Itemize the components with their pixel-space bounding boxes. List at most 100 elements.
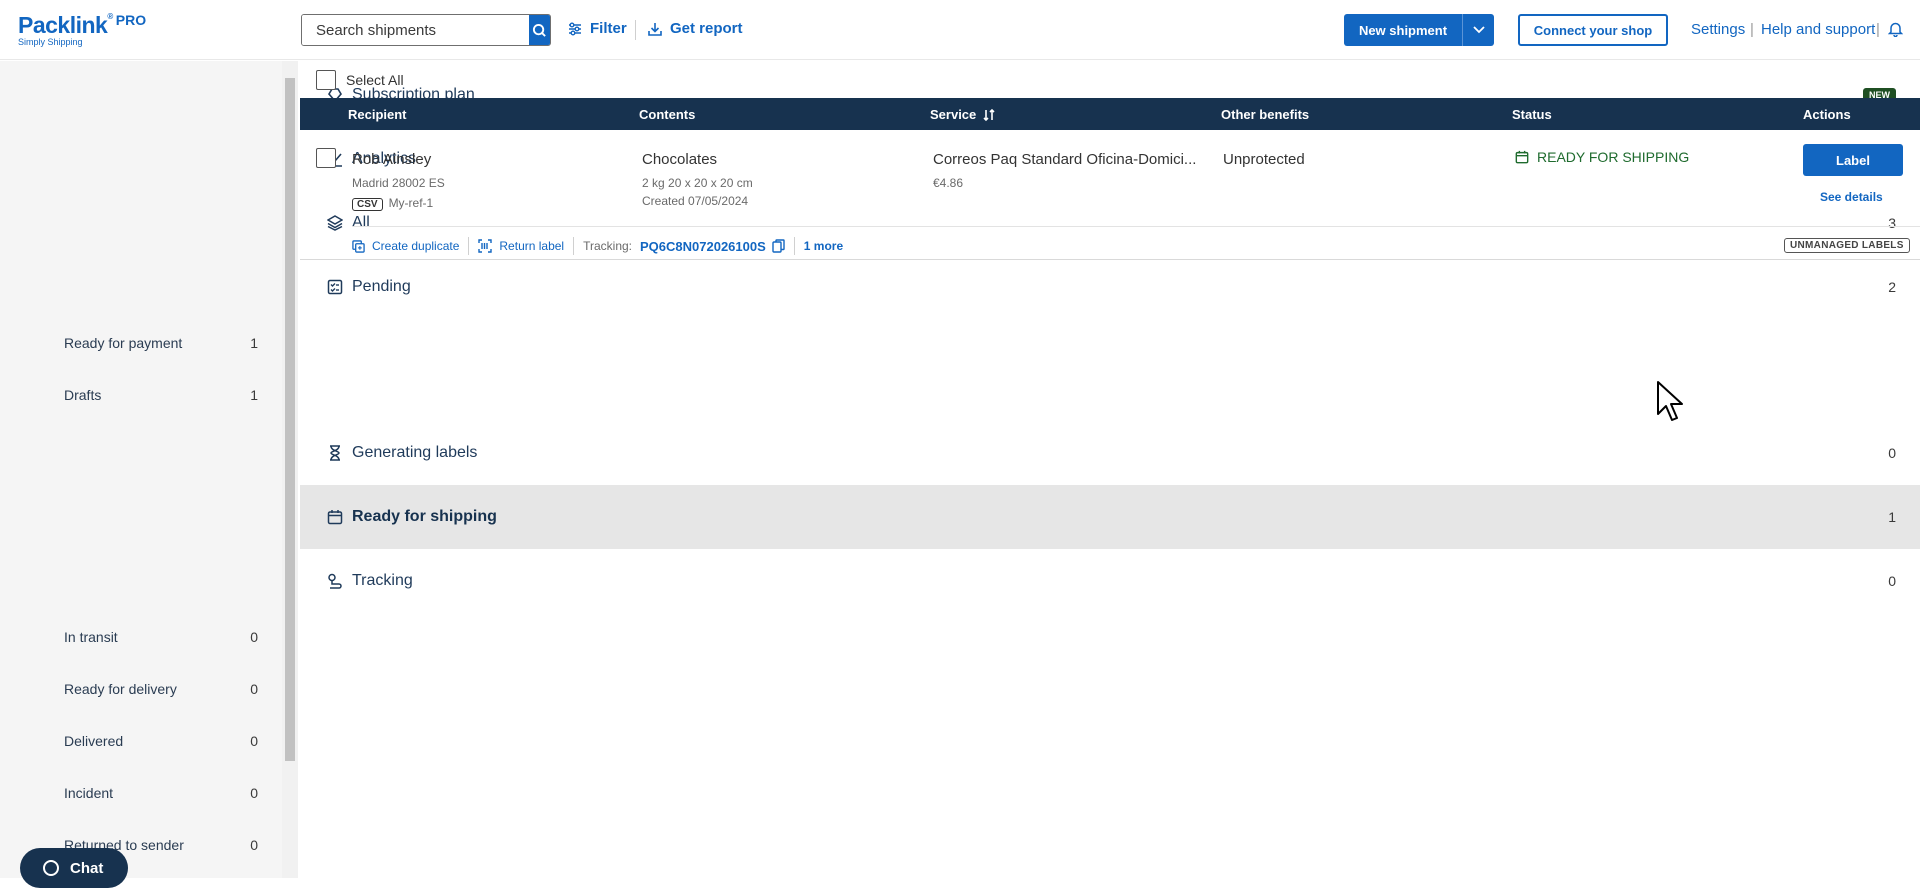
see-details-link[interactable]: See details — [1820, 190, 1883, 204]
return-label-text: Return label — [499, 239, 565, 253]
settings-link[interactable]: Settings — [1691, 21, 1745, 38]
recipient-address: Madrid 28002 ES — [352, 176, 445, 190]
sidebar-item-count: 0 — [250, 733, 258, 749]
get-report-button[interactable]: Get report — [648, 20, 743, 37]
sidebar-item-delivered[interactable]: Delivered 0 — [0, 715, 282, 767]
tracking-icon — [326, 572, 344, 590]
sidebar-item-tracking[interactable]: Tracking 0 — [300, 549, 1920, 613]
sidebar-item-label: Ready for delivery — [64, 681, 177, 697]
sidebar-scroll-thumb[interactable] — [285, 78, 295, 761]
chevron-down-icon — [1472, 26, 1485, 34]
sidebar-item-label: Generating labels — [352, 444, 478, 461]
sidebar-item-count: 0 — [250, 837, 258, 853]
contents-cell: Chocolates 2 kg 20 x 20 x 20 cm Created … — [642, 151, 753, 208]
recipient-cell: Rob Ainsley Madrid 28002 ES CSV My-ref-1 — [352, 151, 445, 211]
sidebar-item-label: Pending — [352, 278, 411, 295]
benefits-cell: Unprotected — [1223, 151, 1305, 168]
chat-button[interactable]: Chat — [20, 848, 128, 888]
status-text: READY FOR SHIPPING — [1537, 149, 1690, 165]
footer-divider — [573, 237, 575, 255]
checklist-icon — [326, 278, 344, 296]
created-date: Created 07/05/2024 — [642, 194, 749, 208]
select-all[interactable]: Select All — [316, 70, 404, 90]
chat-bubble-icon — [43, 860, 59, 876]
create-duplicate-link[interactable]: Create duplicate — [352, 239, 459, 253]
filter-label: Filter — [590, 20, 627, 37]
column-header-recipient: Recipient — [348, 107, 407, 122]
sidebar: Subscription plan NEW Analytics All 3 Pe… — [0, 61, 1920, 878]
sidebar-item-drafts[interactable]: Drafts 1 — [0, 369, 282, 421]
sidebar-item-label: Delivered — [64, 733, 124, 749]
column-header-other-benefits: Other benefits — [1221, 107, 1310, 122]
hourglass-icon — [326, 444, 344, 462]
sidebar-item-ready-for-shipping[interactable]: Ready for shipping 1 — [300, 485, 1920, 549]
column-header-label: Service — [930, 107, 977, 122]
select-all-checkbox[interactable] — [316, 70, 336, 90]
sidebar-item-count: 0 — [250, 785, 258, 801]
tracking-code[interactable]: PQ6C8N072026100S — [640, 239, 785, 254]
unmanaged-labels-badge: UNMANAGED LABELS — [1784, 238, 1910, 253]
sidebar-item-label: In transit — [64, 629, 118, 645]
sidebar-item-generating-labels[interactable]: Generating labels 0 — [300, 421, 1920, 485]
sidebar-item-count: 0 — [1888, 573, 1896, 589]
sidebar-item-count: 1 — [1888, 509, 1896, 525]
label-button-text: Label — [1836, 152, 1870, 168]
help-support-link[interactable]: Help and support — [1761, 21, 1875, 38]
column-header-contents: Contents — [639, 107, 696, 122]
select-all-label: Select All — [346, 72, 404, 88]
sidebar-item-count: 0 — [1888, 445, 1896, 461]
recipient-name: Rob Ainsley — [352, 151, 432, 168]
table-row: Rob Ainsley Madrid 28002 ES CSV My-ref-1 … — [300, 130, 1920, 230]
table-bottom-border — [300, 259, 1920, 260]
sidebar-item-ready-for-delivery[interactable]: Ready for delivery 0 — [0, 663, 282, 715]
get-report-label: Get report — [670, 20, 743, 37]
filter-button[interactable]: Filter — [568, 20, 627, 37]
header-divider: | — [1876, 21, 1880, 38]
logo[interactable]: Packlink® PRO Simply Shipping — [18, 12, 146, 47]
benefits-value: Unprotected — [1223, 151, 1305, 168]
row-checkbox[interactable] — [316, 148, 336, 168]
footer-divider — [793, 237, 795, 255]
sidebar-item-label: Incident — [64, 785, 114, 801]
barcode-scan-icon — [478, 239, 493, 253]
return-label-link[interactable]: Return label — [478, 239, 564, 253]
toolbar-divider — [635, 20, 636, 40]
sidebar-item-incident[interactable]: Incident 0 — [0, 767, 282, 819]
sidebar-item-count: 1 — [250, 335, 258, 351]
header-divider: | — [1750, 21, 1754, 38]
sidebar-item-ready-for-payment[interactable]: Ready for payment 1 — [0, 317, 282, 369]
copy-icon[interactable] — [772, 239, 785, 253]
duplicate-icon — [352, 239, 365, 253]
column-header-status: Status — [1512, 107, 1552, 122]
package-icon — [1515, 150, 1529, 164]
row-divider — [352, 226, 1920, 227]
sidebar-item-label: Ready for shipping — [352, 508, 497, 525]
table-header: Recipient Contents Service Other benefit… — [300, 98, 1920, 130]
search-input[interactable] — [302, 15, 529, 45]
new-shipment-dropdown[interactable] — [1462, 14, 1494, 46]
sidebar-item-in-transit[interactable]: In transit 0 — [0, 611, 282, 663]
sidebar-item-pending[interactable]: Pending 2 — [300, 255, 1920, 319]
service-price: €4.86 — [933, 176, 964, 190]
search-button[interactable] — [529, 15, 550, 45]
download-icon — [648, 22, 662, 36]
source-tag: CSV — [352, 198, 383, 211]
sidebar-item-label: Tracking — [352, 572, 413, 589]
column-header-service[interactable]: Service — [930, 107, 996, 122]
more-tracking-link[interactable]: 1 more — [804, 239, 843, 253]
connect-shop-button[interactable]: Connect your shop — [1518, 14, 1668, 46]
create-duplicate-label: Create duplicate — [372, 239, 460, 253]
service-name: Correos Paq Standard Oficina-Domici... — [933, 151, 1197, 168]
notifications-button[interactable] — [1887, 21, 1904, 42]
sidebar-item-count: 0 — [250, 629, 258, 645]
reference: My-ref-1 — [388, 196, 434, 210]
sidebar-item-label: Drafts — [64, 387, 102, 403]
tracking-code-text: PQ6C8N072026100S — [640, 238, 766, 254]
sidebar-item-count: 1 — [250, 387, 258, 403]
top-bar: Packlink®PRO Simply Shipping Filter Get … — [0, 0, 1920, 60]
label-button[interactable]: Label — [1803, 144, 1903, 176]
new-shipment-button[interactable]: New shipment — [1344, 14, 1494, 46]
sidebar-item-label: Ready for payment — [64, 335, 183, 351]
service-cell: Correos Paq Standard Oficina-Domici... €… — [933, 151, 1196, 190]
row-actions-bar: Create duplicate Return label Tracking: … — [352, 235, 843, 257]
